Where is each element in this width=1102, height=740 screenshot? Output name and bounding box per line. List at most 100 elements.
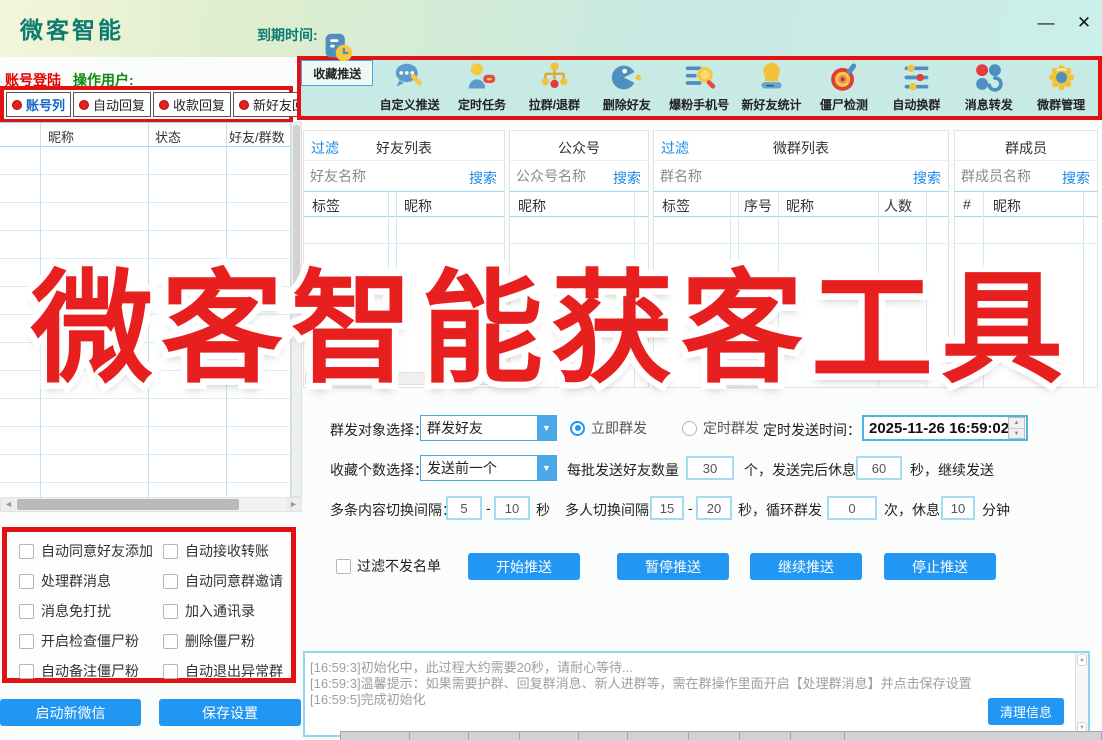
log-line: [16:59:5]完成初始化 [310, 689, 426, 708]
red-dot-icon [159, 100, 169, 110]
save-settings-button[interactable]: 保存设置 [159, 699, 301, 726]
radio-icon[interactable] [682, 421, 697, 436]
groups-filter-link[interactable]: 过滤 [661, 138, 689, 158]
red-dot-icon [79, 100, 89, 110]
option-join-contacts[interactable]: 加入通讯录 [163, 601, 255, 621]
toolbar-delete-friend[interactable]: 删除好友 [591, 60, 663, 116]
log-area: [16:59:3]初始化中，此过程大约需要20秒，请耐心等待... [16:59… [303, 651, 1090, 737]
person-max-input[interactable] [696, 496, 732, 520]
option-auto-accept-friend[interactable]: 自动同意好友添加 [19, 541, 153, 561]
loop-suffix-label: 次，休息 [884, 500, 940, 520]
friends-hscrollbar[interactable]: ◄► [305, 372, 503, 385]
checkbox-icon[interactable] [19, 574, 34, 589]
pull-quit-group-icon [538, 60, 571, 95]
tab-account-list[interactable]: 账号列 [6, 92, 71, 117]
stop-push-button[interactable]: 停止推送 [884, 553, 996, 580]
toolbar-new-friend-stats[interactable]: 新好友统计 [735, 60, 807, 116]
timed-send-datetime[interactable]: ▲▼ [862, 415, 1028, 441]
groups-search-link[interactable]: 搜索 [913, 168, 941, 188]
multi-min-input[interactable] [446, 496, 482, 520]
toolbar-pull-quit-group[interactable]: 拉群/退群 [518, 60, 590, 116]
app-window: 微客智能 到期时间: — ✕ 账号登陆 操作用户: 账号列 自动回复 收款回复 … [0, 0, 1102, 740]
radio-send-now[interactable]: 立即群发 [570, 418, 647, 438]
batch-size-input[interactable] [686, 456, 734, 480]
friends-panel: 过滤 好友列表 搜索 标签 昵称 ◄► [303, 130, 505, 388]
fav-count-select[interactable]: 发送前一个 ▼ [420, 455, 557, 481]
option-auto-receive-transfer[interactable]: 自动接收转账 [163, 541, 269, 561]
account-table-vscrollbar[interactable] [291, 122, 302, 497]
radio-send-timed[interactable]: 定时群发 [682, 418, 759, 438]
mass-target-select[interactable]: 群发好友 ▼ [420, 415, 557, 441]
scroll-up-icon[interactable]: ▲ [1077, 654, 1087, 666]
toolbar-msg-forward[interactable]: 消息转发 [953, 60, 1025, 116]
checkbox-icon[interactable] [163, 634, 178, 649]
group-manage-icon [1045, 60, 1078, 95]
checkbox-icon[interactable] [163, 574, 178, 589]
loop-rest-input[interactable] [941, 496, 975, 520]
toolbar-fav-push[interactable]: 收藏推送 [301, 60, 373, 86]
rest-seconds-input[interactable] [856, 456, 902, 480]
toolbar-auto-switch-group[interactable]: 自动换群 [880, 60, 952, 116]
checkbox-icon[interactable] [19, 634, 34, 649]
toolbar-group-manage[interactable]: 微群管理 [1025, 60, 1097, 116]
column-status: 状态 [155, 127, 181, 146]
timed-task-icon [465, 60, 498, 95]
checkbox-icon[interactable] [19, 544, 34, 559]
account-table-body [0, 147, 291, 498]
option-mute-messages[interactable]: 消息免打扰 [19, 601, 111, 621]
option-check-zombie-fans[interactable]: 开启检查僵尸粉 [19, 631, 139, 651]
batch-suffix-label: 个，发送完后休息 [744, 460, 856, 480]
log-vscrollbar[interactable]: ▲ ▼ [1075, 653, 1088, 735]
toolbar-timed-task[interactable]: 定时任务 [446, 60, 518, 116]
spinner-icon[interactable]: ▲▼ [1008, 417, 1025, 439]
start-push-button[interactable]: 开始推送 [468, 553, 580, 580]
official-col-nickname: 昵称 [518, 196, 546, 216]
friends-search-input[interactable] [310, 165, 430, 187]
official-search-link[interactable]: 搜索 [613, 168, 641, 188]
scroll-right-icon[interactable]: ► [286, 498, 301, 511]
pause-push-button[interactable]: 暂停推送 [617, 553, 729, 580]
members-search-input[interactable] [961, 165, 1046, 187]
fav-count-label: 收藏个数选择： [330, 460, 428, 480]
radio-selected-icon[interactable] [570, 421, 585, 436]
toolbar-custom-push[interactable]: 自定义推送 [373, 60, 445, 116]
tab-auto-reply[interactable]: 自动回复 [73, 92, 151, 117]
friends-search-link[interactable]: 搜索 [469, 168, 497, 188]
account-table-hscrollbar[interactable]: ◄ ► [0, 497, 302, 512]
tab-payment-reply[interactable]: 收款回复 [153, 92, 231, 117]
option-auto-quit-bad-group[interactable]: 自动退出异常群 [163, 661, 283, 681]
checkbox-icon[interactable] [163, 664, 178, 679]
checkbox-icon[interactable] [163, 604, 178, 619]
blast-phone-icon [683, 60, 716, 95]
option-delete-zombie-fans[interactable]: 删除僵尸粉 [163, 631, 255, 651]
multi-content-label: 多条内容切换间隔： [330, 500, 456, 520]
resume-push-button[interactable]: 继续推送 [750, 553, 862, 580]
scroll-left-icon[interactable]: ◄ [1, 498, 16, 511]
checkbox-icon[interactable] [163, 544, 178, 559]
launch-new-wechat-button[interactable]: 启动新微信 [0, 699, 141, 726]
option-auto-accept-group-invite[interactable]: 自动同意群邀请 [163, 571, 283, 591]
multi-max-input[interactable] [494, 496, 530, 520]
members-col-nickname: 昵称 [993, 196, 1021, 216]
groups-col-tag: 标签 [662, 196, 690, 216]
filter-no-send-option[interactable]: 过滤不发名单 [336, 556, 441, 576]
loop-count-input[interactable] [827, 496, 877, 520]
minimize-button[interactable]: — [1032, 10, 1060, 36]
checkbox-icon[interactable] [19, 604, 34, 619]
toolbar-zombie-check[interactable]: 僵尸检测 [808, 60, 880, 116]
person-min-input[interactable] [650, 496, 684, 520]
checkbox-icon[interactable] [19, 664, 34, 679]
close-button[interactable]: ✕ [1070, 10, 1098, 36]
title-bar [0, 0, 1102, 57]
option-handle-group-msg[interactable]: 处理群消息 [19, 571, 111, 591]
clear-log-button[interactable]: 清理信息 [988, 698, 1064, 725]
datetime-input[interactable] [864, 420, 1008, 437]
members-search-link[interactable]: 搜索 [1062, 168, 1090, 188]
option-auto-remark-zombie[interactable]: 自动备注僵尸粉 [19, 661, 139, 681]
official-search-input[interactable] [516, 165, 599, 187]
mass-target-label: 群发对象选择： [330, 420, 428, 440]
toolbar-blast-phone[interactable]: 爆粉手机号 [663, 60, 735, 116]
checkbox-icon[interactable] [336, 559, 351, 574]
friends-filter-link[interactable]: 过滤 [311, 138, 339, 158]
groups-search-input[interactable] [660, 165, 836, 187]
